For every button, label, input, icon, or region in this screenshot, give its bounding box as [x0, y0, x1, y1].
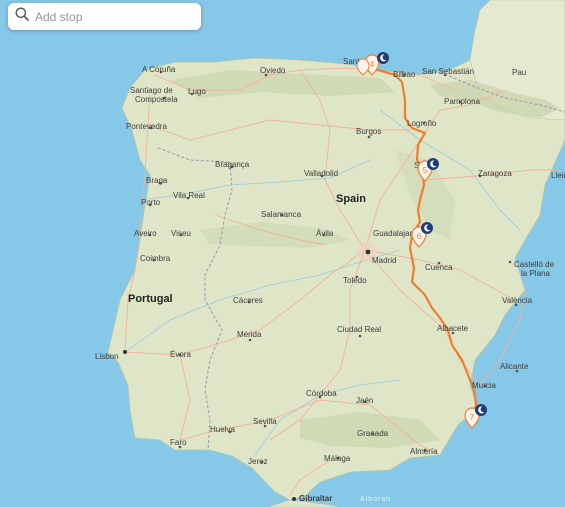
map-canvas[interactable]: Spain Portugal A Coruña Oviedo Santander…	[0, 0, 565, 507]
city-label: Guadalajar	[373, 229, 412, 238]
city-label: Cáceres	[233, 296, 263, 305]
overnight-moon-badge	[377, 52, 389, 64]
city-label: Madrid	[372, 256, 396, 265]
stop-number: 5	[423, 166, 428, 175]
city-label: Albacete	[437, 324, 469, 333]
city-label: Lisbon	[95, 352, 119, 361]
overnight-moon-badge	[421, 222, 433, 234]
overnight-moon-badge	[427, 158, 439, 170]
city-label: Valladolid	[304, 169, 338, 178]
sea-label: Alboran	[360, 496, 391, 503]
city-label: Lleid	[551, 171, 565, 180]
city-label: Zaragoza	[478, 169, 512, 178]
city-label: Sevilla	[253, 417, 277, 426]
search-icon	[15, 7, 29, 26]
city-label: Évora	[170, 350, 191, 359]
city-label: Braga	[146, 176, 168, 185]
city-label: Viseu	[171, 229, 191, 238]
city-label: Pontevedra	[126, 122, 167, 131]
city-label: Compostela	[135, 95, 178, 104]
city-label: la Plana	[521, 269, 550, 278]
city-label: Castelló de	[514, 260, 555, 269]
add-stop-input[interactable]	[33, 8, 187, 25]
city-label: Cuenca	[425, 263, 453, 272]
city-label: San Sebastián	[422, 67, 474, 76]
city-label: Burgos	[356, 127, 381, 136]
city-label: Granada	[357, 429, 389, 438]
city-label: Oviedo	[260, 66, 286, 75]
add-stop-search-bar[interactable]	[8, 3, 201, 30]
city-label: Aveiro	[134, 229, 157, 238]
city-label: Gibraltar	[299, 494, 332, 503]
city-label: Bilbao	[393, 70, 416, 79]
city-label: Logroño	[407, 119, 437, 128]
stop-number: 4	[370, 60, 375, 69]
overnight-moon-badge	[475, 404, 487, 416]
city-label: Bragança	[215, 160, 250, 169]
city-label: Santiago de	[130, 86, 173, 95]
city-label: Ávila	[316, 229, 334, 238]
city-label: Córdoba	[306, 389, 337, 398]
city-label: Coimbra	[140, 254, 171, 263]
city-label: Vila Real	[173, 191, 205, 200]
city-label: Almería	[410, 447, 438, 456]
city-label: Alicante	[500, 362, 529, 371]
city-label: A Coruña	[142, 65, 176, 74]
city-label: Pamplona	[444, 97, 481, 106]
city-label: Salamanca	[261, 210, 302, 219]
city-label: Toledo	[343, 276, 367, 285]
city-label: Murcia	[472, 381, 497, 390]
city-label: Jaén	[356, 396, 373, 405]
country-label-spain: Spain	[336, 193, 366, 205]
city-label: València	[502, 296, 533, 305]
city-label: Faro	[170, 438, 187, 447]
city-label: Málaga	[324, 454, 351, 463]
city-label: Porto	[141, 198, 161, 207]
city-label: Jerez	[248, 457, 268, 466]
city-label: Ciudad Real	[337, 325, 381, 334]
country-label-portugal: Portugal	[128, 293, 173, 305]
stop-number: 6	[417, 232, 422, 241]
city-label: Huelva	[210, 425, 235, 434]
city-label: Lugo	[188, 87, 206, 96]
city-label: Mérida	[237, 330, 262, 339]
city-label: Pau	[512, 68, 526, 77]
stop-number: 7	[470, 413, 475, 422]
